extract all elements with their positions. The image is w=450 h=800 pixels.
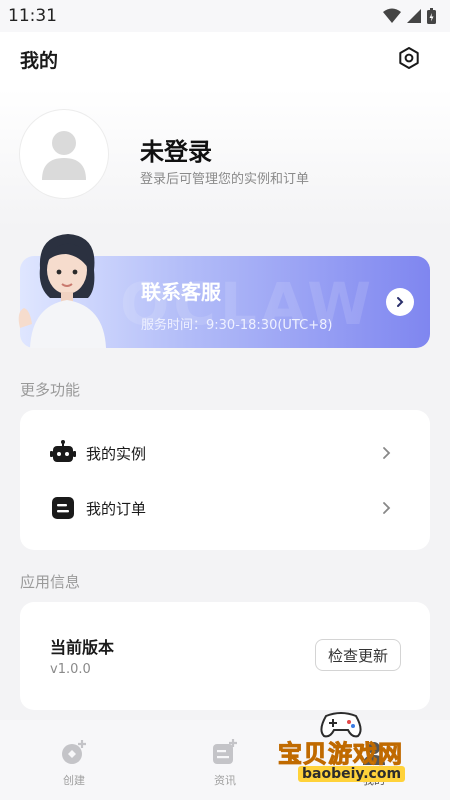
order-icon — [52, 497, 74, 519]
service-title: 联系客服 — [141, 280, 221, 304]
status-bar: 11:31 — [0, 0, 450, 32]
tab-create-label: 创建 — [63, 774, 85, 787]
profile-section[interactable]: 未登录 登录后可管理您的实例和订单 — [0, 88, 450, 228]
my-orders-row[interactable]: 我的订单 — [20, 483, 430, 533]
battery-icon — [427, 8, 436, 24]
version-label: 当前版本 — [50, 638, 115, 657]
more-features-card: 我的实例 我的订单 — [20, 410, 430, 550]
check-update-button[interactable]: 检查更新 — [315, 639, 401, 671]
tab-create[interactable]: 创建 — [34, 738, 114, 798]
create-icon — [62, 740, 86, 764]
my-orders-label: 我的订单 — [86, 499, 147, 518]
contact-service-card[interactable]: OCLAW 联系客服 服务时间：9:30-18:30(UTC+8) — [18, 234, 430, 348]
wifi-icon — [383, 8, 401, 23]
app-info-label: 应用信息 — [20, 573, 81, 591]
my-instances-label: 我的实例 — [86, 444, 147, 463]
service-agent-illustration — [18, 234, 106, 348]
news-icon — [213, 739, 237, 764]
settings-icon — [399, 47, 419, 69]
service-arrow-button[interactable] — [386, 288, 414, 316]
header: 我的 — [0, 32, 450, 88]
tab-news-label: 资讯 — [214, 774, 236, 787]
login-hint: 登录后可管理您的实例和订单 — [140, 172, 310, 187]
status-icons — [383, 8, 436, 24]
site-watermark-logo: 宝贝游戏网 baobeiy.com — [272, 708, 422, 798]
more-features-label: 更多功能 — [20, 381, 81, 399]
tab-news[interactable]: 资讯 — [185, 738, 265, 798]
page-title: 我的 — [20, 50, 59, 72]
service-hours: 服务时间：9:30-18:30(UTC+8) — [141, 318, 333, 333]
login-status[interactable]: 未登录 — [140, 132, 212, 167]
chevron-right-icon — [397, 297, 404, 307]
chevron-right-icon — [383, 502, 391, 514]
site-name: 宝贝游戏网 — [278, 740, 403, 769]
chevron-right-icon — [383, 447, 391, 459]
avatar[interactable] — [20, 110, 108, 198]
robot-icon — [50, 440, 76, 462]
status-time: 11:31 — [8, 6, 57, 26]
site-url: baobeiy.com — [298, 766, 406, 782]
app-info-card: 当前版本 v1.0.0 检查更新 — [20, 602, 430, 710]
signal-icon — [407, 9, 421, 23]
user-icon — [42, 131, 86, 180]
version-value: v1.0.0 — [50, 662, 91, 677]
settings-button[interactable] — [394, 43, 424, 73]
my-instances-row[interactable]: 我的实例 — [20, 428, 430, 478]
